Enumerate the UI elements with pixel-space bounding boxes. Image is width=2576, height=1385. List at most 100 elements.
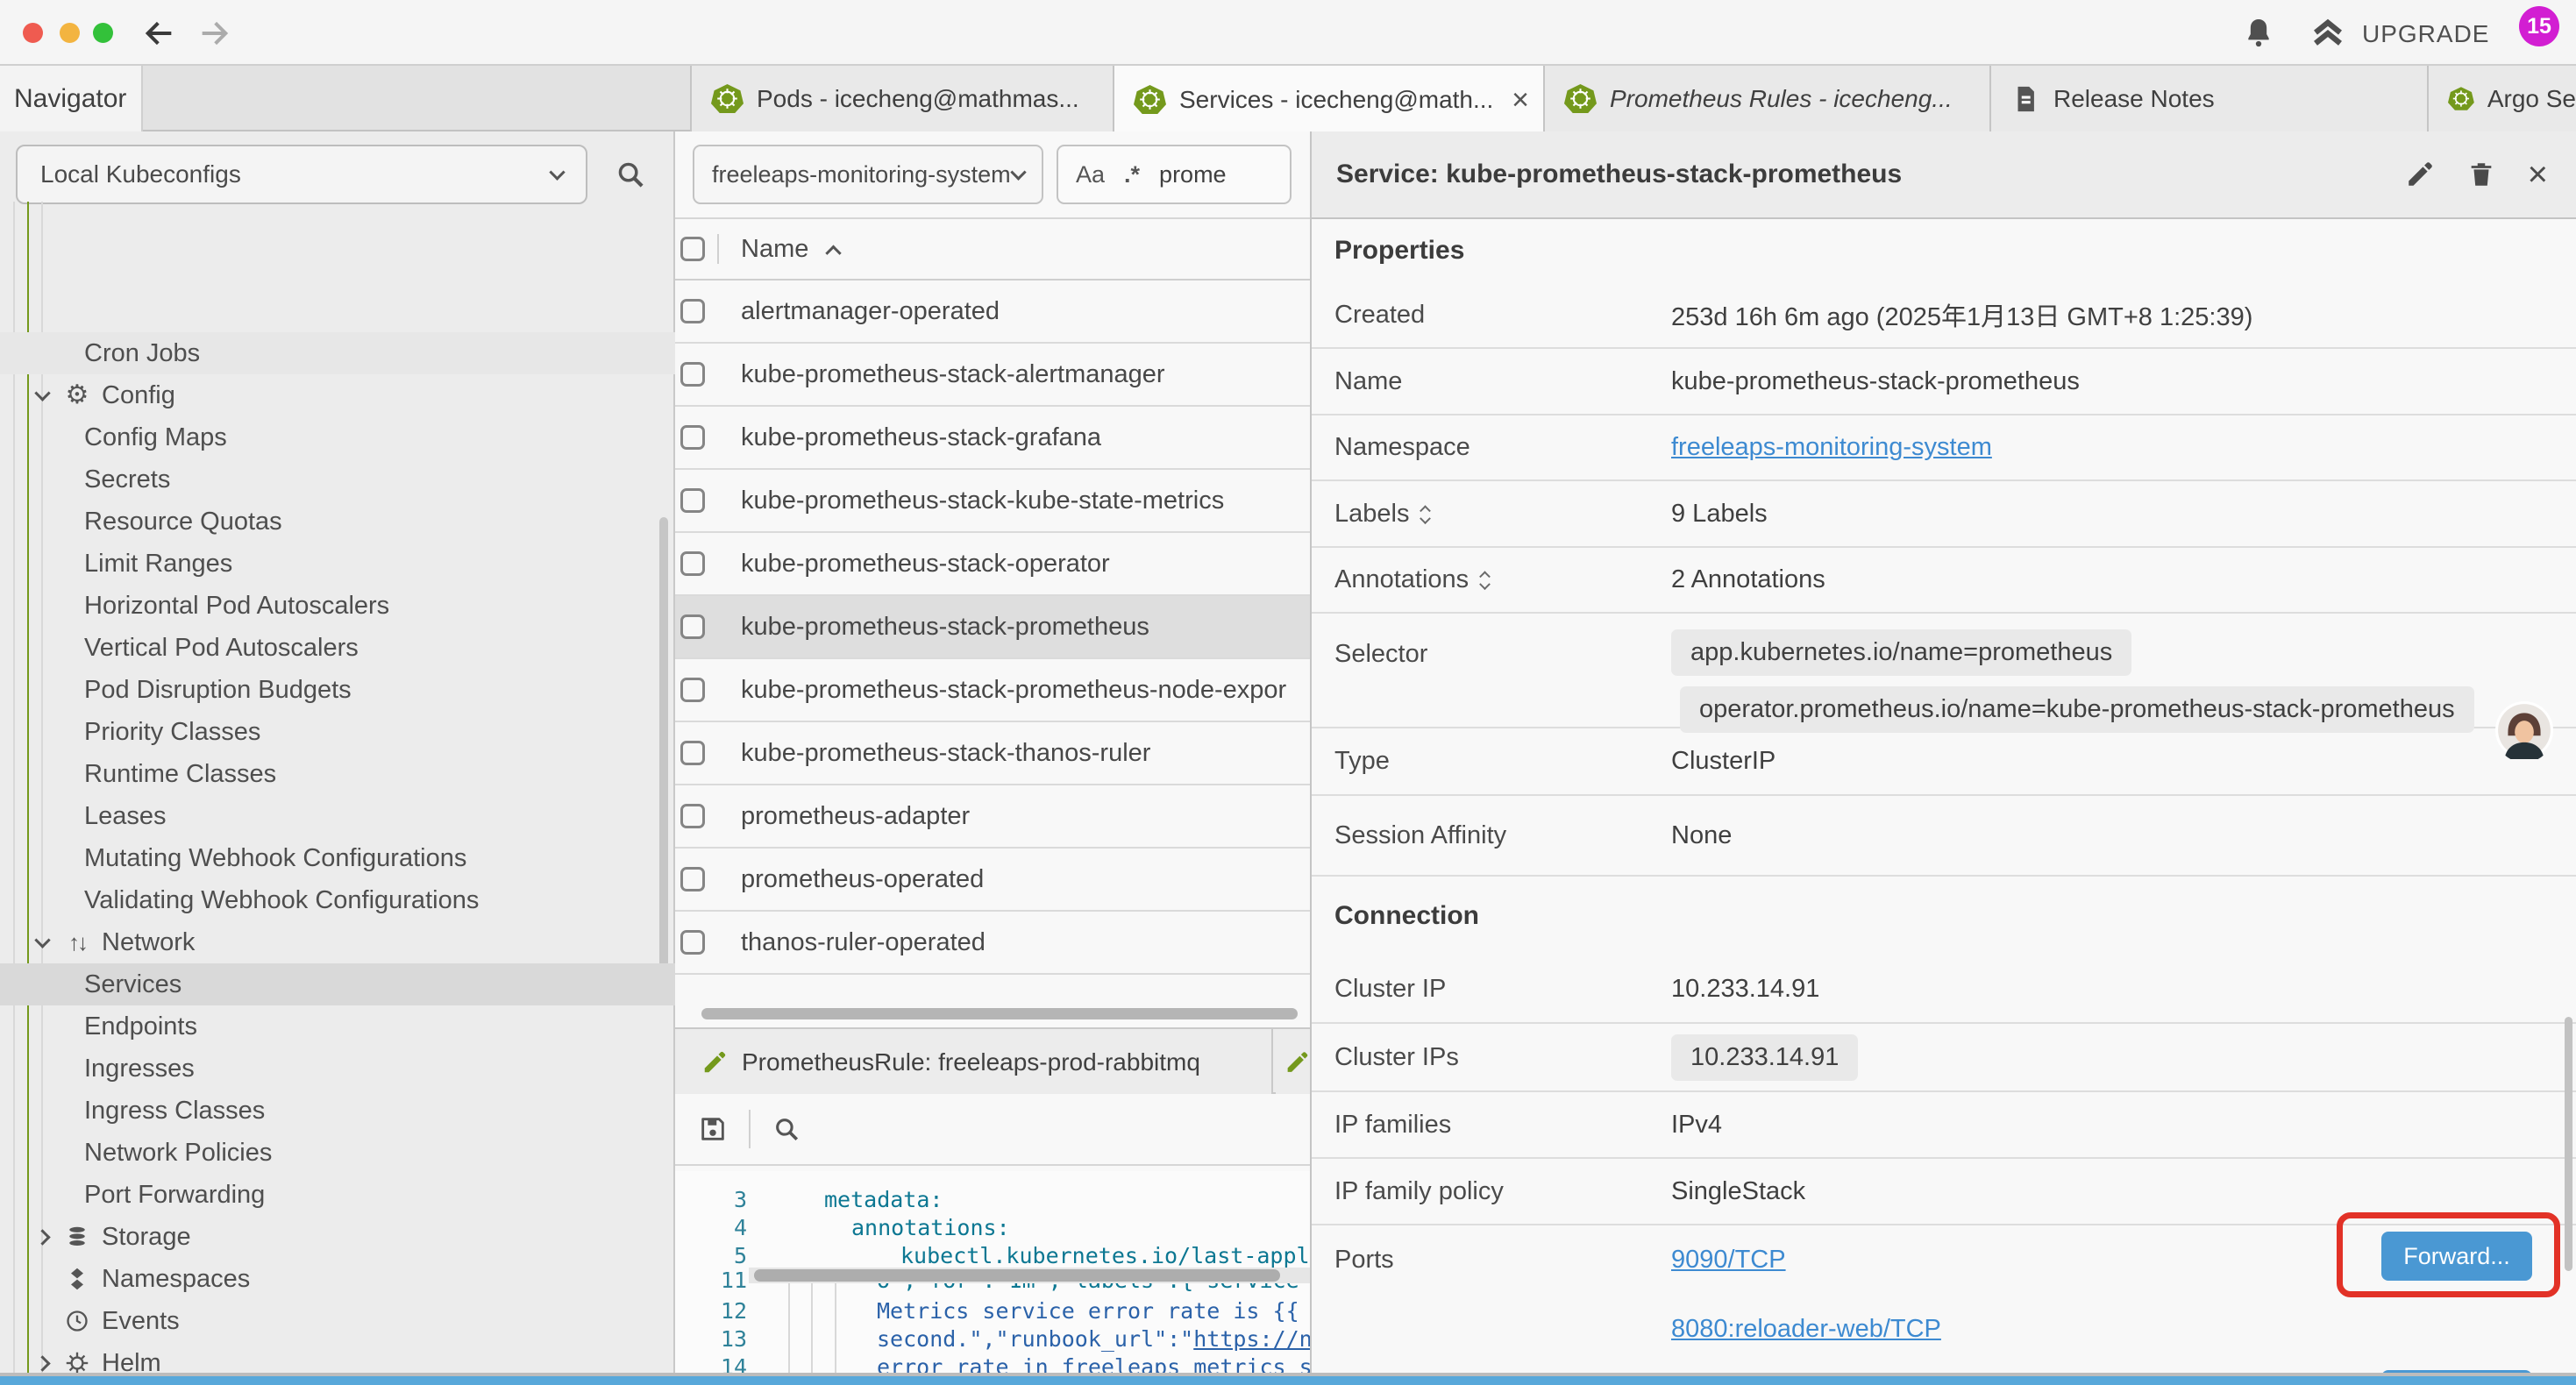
horizontal-scrollbar[interactable] [701,1008,1298,1019]
editor-horizontal-scrollbar[interactable] [754,1269,1280,1282]
detail-title: Service: kube-prometheus-stack-prometheu… [1336,160,1902,189]
sidebar-item-cron-jobs[interactable]: Cron Jobs [0,332,675,374]
table-row[interactable]: kube-prometheus-stack-prometheus-node-ex… [675,659,1310,722]
search-icon[interactable] [614,158,647,191]
sidebar-item-mutating-webhook-configurations[interactable]: Mutating Webhook Configurations [0,837,675,879]
table-row[interactable]: thanos-ruler-operated [675,912,1310,975]
row-checkbox[interactable] [680,678,705,702]
sidebar-item-runtime-classes[interactable]: Runtime Classes [0,753,675,795]
close-icon[interactable]: × [2528,157,2548,192]
code-indent-guide [835,1283,836,1385]
sidebar-item-config-maps[interactable]: Config Maps [0,416,675,458]
upgrade-button[interactable]: UPGRADE [2362,20,2489,48]
search-input[interactable]: Aa .* prome [1057,145,1292,204]
yaml-editor[interactable]: 3metadata: 4annotations: 5kubectl.kubern… [675,1171,1310,1385]
save-icon[interactable] [698,1114,728,1144]
delete-icon[interactable] [2466,160,2496,189]
chevron-right-icon[interactable] [37,1232,60,1243]
sidebar-item-config[interactable]: ⚙ Config [0,374,675,416]
sidebar-item-validating-webhook-configurations[interactable]: Validating Webhook Configurations [0,879,675,921]
row-checkbox[interactable] [680,299,705,323]
tab-release-notes[interactable]: Release Notes [1991,66,2429,131]
tab-services[interactable]: Services - icecheng@math... × [1114,66,1545,133]
close-window-button[interactable] [23,23,43,43]
property-row-annotations: Annotations 2 Annotations [1312,548,2576,614]
match-case-toggle[interactable]: Aa [1076,161,1105,188]
sidebar-item-ingress-classes[interactable]: Ingress Classes [0,1090,675,1132]
avatar[interactable] [2495,701,2553,759]
table-row[interactable]: kube-prometheus-stack-operator [675,533,1310,596]
select-all-checkbox[interactable] [680,237,705,261]
property-row-name: Name kube-prometheus-stack-prometheus [1312,349,2576,416]
edit-icon[interactable] [2405,160,2435,189]
port-link[interactable]: 9090/TCP [1671,1246,1786,1275]
column-header-name[interactable]: Name [741,235,808,264]
editor-search-icon[interactable] [772,1114,801,1144]
tab-pods[interactable]: Pods - icecheng@mathmas... [690,66,1114,131]
sidebar-item-ingresses[interactable]: Ingresses [0,1048,675,1090]
row-checkbox[interactable] [680,488,705,513]
table-row-selected[interactable]: kube-prometheus-stack-prometheus [675,596,1310,659]
forward-port-button[interactable]: Forward... [2381,1232,2532,1281]
detail-scrollbar[interactable] [2565,1017,2572,1271]
table-row[interactable]: prometheus-operated [675,849,1310,912]
sidebar-item-network-policies[interactable]: Network Policies [0,1132,675,1174]
service-detail-panel: Service: kube-prometheus-stack-prometheu… [1310,131,2576,1385]
minimize-window-button[interactable] [60,23,80,43]
namespace-link[interactable]: freeleaps-monitoring-system [1671,433,1992,462]
editor-tab-prometheusrule[interactable]: PrometheusRule: freeleaps-prod-rabbitmq [675,1029,1273,1096]
sidebar-item-network[interactable]: ↑↓ Network [0,921,675,963]
row-checkbox[interactable] [680,741,705,765]
table-row[interactable]: kube-prometheus-stack-grafana [675,407,1310,470]
navigator-sidebar: Local Kubeconfigs Cron Jobs ⚙ Config Con… [0,131,675,1385]
table-row[interactable]: kube-prometheus-stack-kube-state-metrics [675,470,1310,533]
sidebar-item-priority-classes[interactable]: Priority Classes [0,711,675,753]
tab-prometheus-rules[interactable]: Prometheus Rules - icecheng... [1545,66,1991,131]
chevron-down-icon[interactable] [37,390,60,401]
row-checkbox[interactable] [680,425,705,450]
sort-ascending-icon[interactable] [826,245,842,260]
chevron-right-icon[interactable] [37,1358,60,1369]
sidebar-item-services[interactable]: Services [0,963,675,1005]
table-row[interactable]: kube-prometheus-stack-thanos-ruler [675,722,1310,785]
row-checkbox[interactable] [680,614,705,639]
port-link[interactable]: 8080:reloader-web/TCP [1671,1315,1941,1344]
maximize-window-button[interactable] [93,23,113,43]
row-checkbox[interactable] [680,804,705,828]
sidebar-item-limit-ranges[interactable]: Limit Ranges [0,543,675,585]
sidebar-item-secrets[interactable]: Secrets [0,458,675,501]
row-checkbox[interactable] [680,930,705,955]
row-checkbox[interactable] [680,362,705,387]
chevron-down-icon[interactable] [37,937,60,948]
upgrade-icon[interactable] [2309,15,2346,52]
editor-tab-partial[interactable] [1276,1029,1310,1096]
sidebar-item-port-forwarding[interactable]: Port Forwarding [0,1174,675,1216]
tab-argo[interactable]: Argo Se [2429,66,2576,131]
close-tab-icon[interactable]: × [1512,85,1529,115]
kubeconfig-select[interactable]: Local Kubeconfigs [16,145,587,204]
back-icon[interactable] [142,16,177,51]
row-checkbox[interactable] [680,551,705,576]
table-row[interactable]: prometheus-adapter [675,785,1310,849]
sidebar-item-horizontal-pod-autoscalers[interactable]: Horizontal Pod Autoscalers [0,585,675,627]
sidebar-item-resource-quotas[interactable]: Resource Quotas [0,501,675,543]
sidebar-item-vertical-pod-autoscalers[interactable]: Vertical Pod Autoscalers [0,627,675,669]
namespace-filter-select[interactable]: freeleaps-monitoring-system [693,145,1043,204]
sidebar-item-leases[interactable]: Leases [0,795,675,837]
bell-icon[interactable] [2241,15,2276,50]
sidebar-item-pod-disruption-budgets[interactable]: Pod Disruption Budgets [0,669,675,711]
sidebar-item-storage[interactable]: Storage [0,1216,675,1258]
expand-collapse-icon[interactable] [1421,503,1429,525]
sidebar-item-events[interactable]: Events [0,1300,675,1342]
forward-icon[interactable] [196,16,231,51]
notification-count-badge[interactable]: 15 [2519,6,2559,46]
table-row[interactable]: alertmanager-operated [675,281,1310,344]
regex-toggle[interactable]: .* [1124,161,1140,188]
sidebar-item-namespaces[interactable]: Namespaces [0,1258,675,1300]
table-row[interactable]: kube-prometheus-stack-alertmanager [675,344,1310,407]
table-header: Name [675,219,1310,281]
expand-collapse-icon[interactable] [1481,569,1489,591]
search-query-text: prome [1159,161,1227,188]
row-checkbox[interactable] [680,867,705,891]
sidebar-item-endpoints[interactable]: Endpoints [0,1005,675,1048]
